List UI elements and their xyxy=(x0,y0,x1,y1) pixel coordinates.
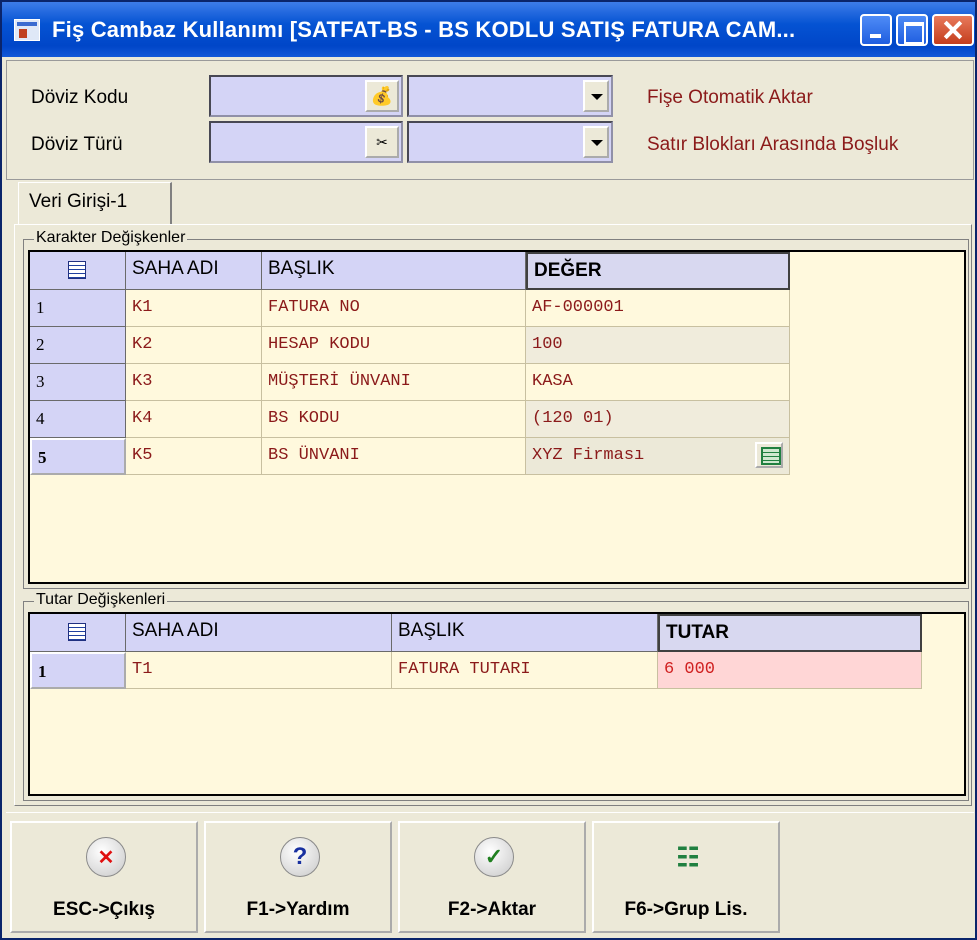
cell-baslik[interactable]: FATURA NO xyxy=(262,290,526,327)
button-bar: ✕ ESC->Çıkış ? F1->Yardım ✓ F2->Aktar ☷ … xyxy=(6,812,974,938)
row-number-active[interactable]: 1 xyxy=(30,652,126,689)
cell-deger-editing[interactable]: XYZ Firması xyxy=(526,438,790,475)
cell-baslik[interactable]: BS ÜNVANI xyxy=(262,438,526,475)
esc-exit-label: ESC->Çıkış xyxy=(53,899,155,920)
close-window-button[interactable] xyxy=(932,14,974,46)
cell-saha[interactable]: K4 xyxy=(126,401,262,438)
f6-grup-lis-label: F6->Grup Lis. xyxy=(624,899,748,920)
f2-aktar-button[interactable]: ✓ F2->Aktar xyxy=(398,821,586,933)
exchange-icon[interactable]: ✂ xyxy=(365,126,399,158)
fise-otomatik-aktar-option[interactable]: Fişe Otomatik Aktar xyxy=(647,87,813,109)
chevron-down-icon[interactable] xyxy=(583,126,609,158)
tutar-group: Tutar Değişkenleri SAHA ADI BAŞLIK TUTAR… xyxy=(23,591,969,801)
close-icon: ✕ xyxy=(86,837,126,877)
doviz-turu-label: Döviz Türü xyxy=(31,134,123,155)
tab-area: Veri Girişi-1 Karakter Değişkenler SAHA … xyxy=(6,180,974,810)
cell-saha[interactable]: K3 xyxy=(126,364,262,401)
cell-baslik[interactable]: MÜŞTERİ ÜNVANI xyxy=(262,364,526,401)
row-number[interactable]: 1 xyxy=(30,290,126,327)
title-bar[interactable]: Fiş Cambaz Kullanımı [SATFAT-BS - BS KOD… xyxy=(2,2,975,57)
col-saha-adi[interactable]: SAHA ADI xyxy=(126,614,392,652)
f6-grup-lis-button[interactable]: ☷ F6->Grup Lis. xyxy=(592,821,780,933)
f1-help-label: F1->Yardım xyxy=(246,899,350,920)
grid-settings-icon[interactable] xyxy=(30,252,126,290)
karakter-group: Karakter Değişkenler SAHA ADI BAŞLIK DEĞ… xyxy=(23,229,969,589)
cell-tutar[interactable]: 6 000 xyxy=(658,652,922,689)
cell-saha[interactable]: K1 xyxy=(126,290,262,327)
doviz-turu-field[interactable]: ✂ xyxy=(209,121,403,163)
tree-icon: ☷ xyxy=(676,841,700,872)
cell-baslik[interactable]: BS KODU xyxy=(262,401,526,438)
cell-baslik[interactable]: FATURA TUTARI xyxy=(392,652,658,689)
main-window: Fiş Cambaz Kullanımı [SATFAT-BS - BS KOD… xyxy=(0,0,977,940)
chevron-down-icon[interactable] xyxy=(583,80,609,112)
doviz-kodu-label: Döviz Kodu xyxy=(31,87,129,108)
app-window-icon[interactable] xyxy=(14,18,40,41)
row-number[interactable]: 3 xyxy=(30,364,126,401)
tab-veri-girisi-1[interactable]: Veri Girişi-1 xyxy=(18,182,172,224)
check-icon: ✓ xyxy=(474,837,514,877)
cell-saha[interactable]: K2 xyxy=(126,327,262,364)
cell-saha[interactable]: T1 xyxy=(126,652,392,689)
karakter-group-title: Karakter Değişkenler xyxy=(34,229,188,247)
col-baslik[interactable]: BAŞLIK xyxy=(392,614,658,652)
tutar-group-title: Tutar Değişkenleri xyxy=(34,591,168,609)
minimize-button[interactable] xyxy=(860,14,892,46)
cell-saha[interactable]: K5 xyxy=(126,438,262,475)
f1-help-button[interactable]: ? F1->Yardım xyxy=(204,821,392,933)
cell-baslik[interactable]: HESAP KODU xyxy=(262,327,526,364)
currency-form: Döviz Kodu 💰 Fişe Otomatik Aktar Döviz T… xyxy=(6,60,974,180)
karakter-grid[interactable]: SAHA ADI BAŞLIK DEĞER 1 K1 FATURA NO AF-… xyxy=(28,250,966,584)
list-lookup-icon[interactable] xyxy=(755,442,783,468)
cell-deger[interactable]: AF-000001 xyxy=(526,290,790,327)
col-tutar[interactable]: TUTAR xyxy=(658,614,922,652)
maximize-button[interactable] xyxy=(896,14,928,46)
tutar-grid[interactable]: SAHA ADI BAŞLIK TUTAR 1 T1 FATURA TUTARI… xyxy=(28,612,966,796)
cell-deger[interactable]: KASA xyxy=(526,364,790,401)
f2-aktar-label: F2->Aktar xyxy=(447,899,537,920)
tab-panel: Karakter Değişkenler SAHA ADI BAŞLIK DEĞ… xyxy=(14,224,972,806)
window-title: Fiş Cambaz Kullanımı [SATFAT-BS - BS KOD… xyxy=(52,16,796,42)
row-number[interactable]: 2 xyxy=(30,327,126,364)
cell-deger[interactable]: 100 xyxy=(526,327,790,364)
cell-deger[interactable]: (120 01) xyxy=(526,401,790,438)
row-number-active[interactable]: 5 xyxy=(30,438,126,475)
row-number[interactable]: 4 xyxy=(30,401,126,438)
esc-exit-button[interactable]: ✕ ESC->Çıkış xyxy=(10,821,198,933)
col-baslik[interactable]: BAŞLIK xyxy=(262,252,526,290)
col-saha-adi[interactable]: SAHA ADI xyxy=(126,252,262,290)
grid-settings-icon[interactable] xyxy=(30,614,126,652)
col-deger[interactable]: DEĞER xyxy=(526,252,790,290)
doviz-kodu-field[interactable]: 💰 xyxy=(209,75,403,117)
money-bag-icon[interactable]: 💰 xyxy=(365,80,399,112)
doviz-kodu-combo[interactable] xyxy=(407,75,613,117)
doviz-turu-combo[interactable] xyxy=(407,121,613,163)
cell-deger-value: XYZ Firması xyxy=(532,446,645,465)
help-icon: ? xyxy=(280,837,320,877)
satir-bloklari-option[interactable]: Satır Blokları Arasında Boşluk xyxy=(647,134,898,156)
